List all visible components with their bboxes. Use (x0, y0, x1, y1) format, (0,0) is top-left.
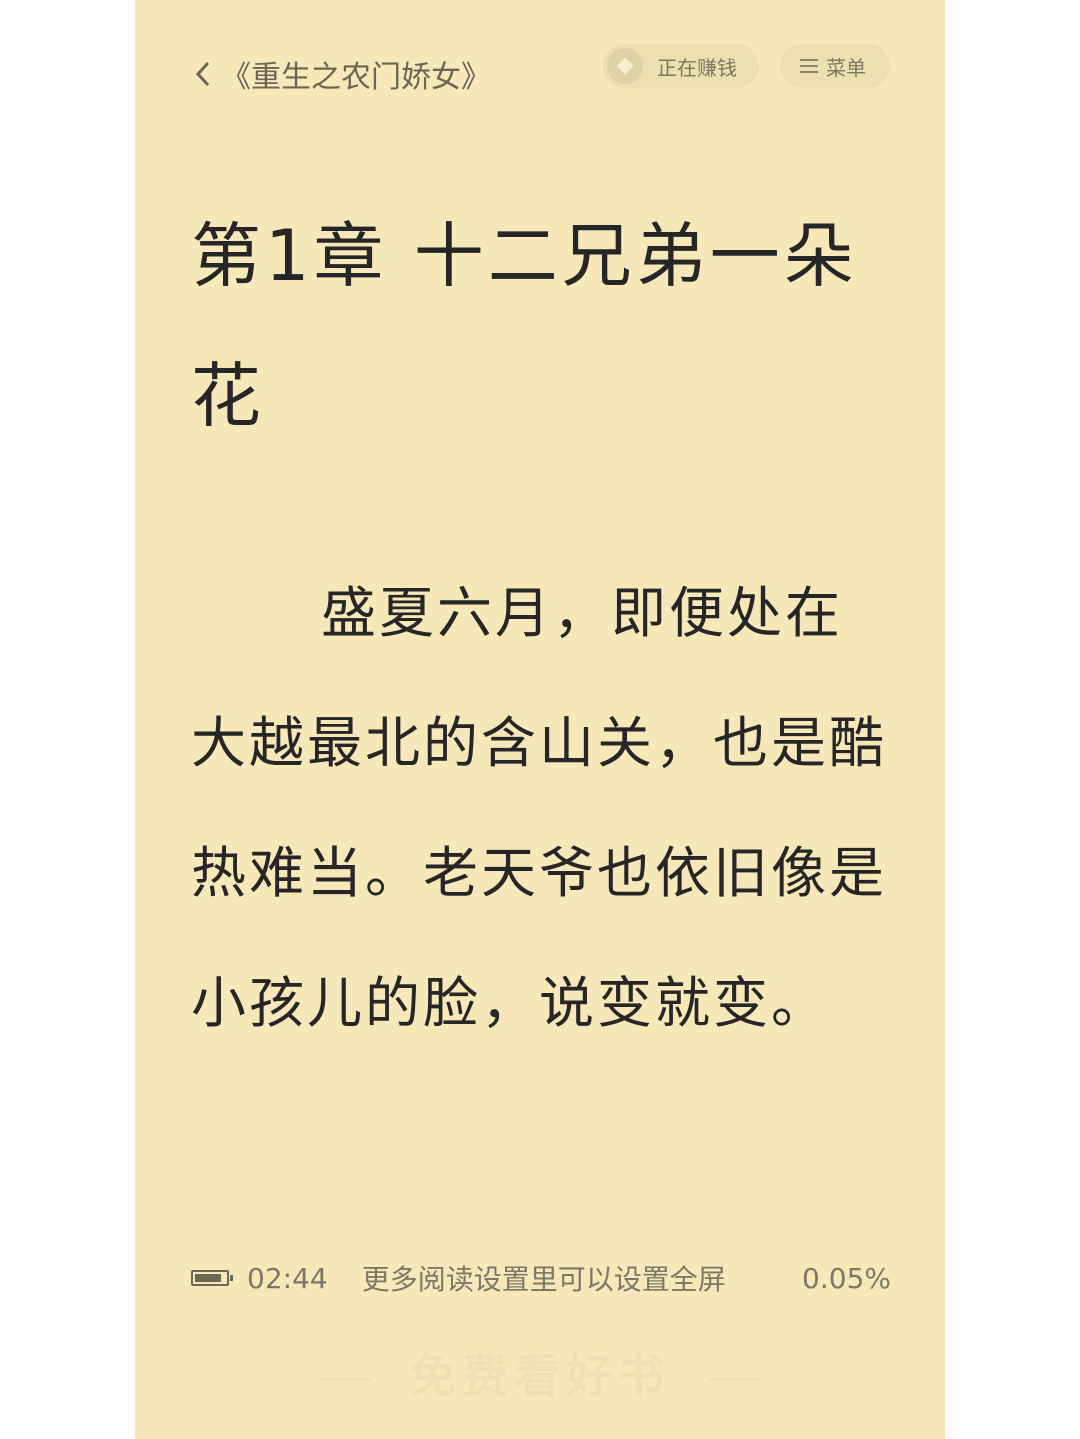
reader-page[interactable]: 《重生之农门娇女》 正在赚钱 菜单 第1章 十二兄弟一朵花 盛夏六月，即便处在大… (135, 0, 945, 1439)
clock-time: 02:44 (247, 1261, 328, 1295)
chevron-left-icon (195, 61, 210, 87)
reading-progress: 0.05% (802, 1261, 891, 1295)
book-title: 《重生之农门娇女》 (221, 60, 491, 95)
chapter-title: 第1章 十二兄弟一朵花 (191, 215, 858, 437)
coin-icon (607, 48, 643, 84)
back-button[interactable]: 《重生之农门娇女》 (195, 52, 491, 96)
menu-label: 菜单 (826, 55, 866, 80)
watermark-text: 免费看好书 (410, 1349, 670, 1403)
settings-tip: 更多阅读设置里可以设置全屏 (361, 1263, 726, 1296)
earning-label: 正在赚钱 (657, 55, 737, 80)
watermark: 免费看好书 (135, 1340, 945, 1406)
reader-status-bar: 02:44 更多阅读设置里可以设置全屏 0.05% (191, 1258, 891, 1298)
reader-header: 《重生之农门娇女》 正在赚钱 菜单 (135, 0, 945, 130)
menu-icon (800, 59, 818, 73)
battery-icon (191, 1270, 233, 1286)
chapter-paragraph[interactable]: 盛夏六月，即便处在大越最北的含山关，也是酷热难当。老天爷也依旧像是小孩儿的脸，说… (191, 548, 893, 1068)
battery-fill (195, 1274, 221, 1282)
menu-button[interactable]: 菜单 (780, 44, 890, 88)
earning-button[interactable]: 正在赚钱 (603, 44, 759, 88)
